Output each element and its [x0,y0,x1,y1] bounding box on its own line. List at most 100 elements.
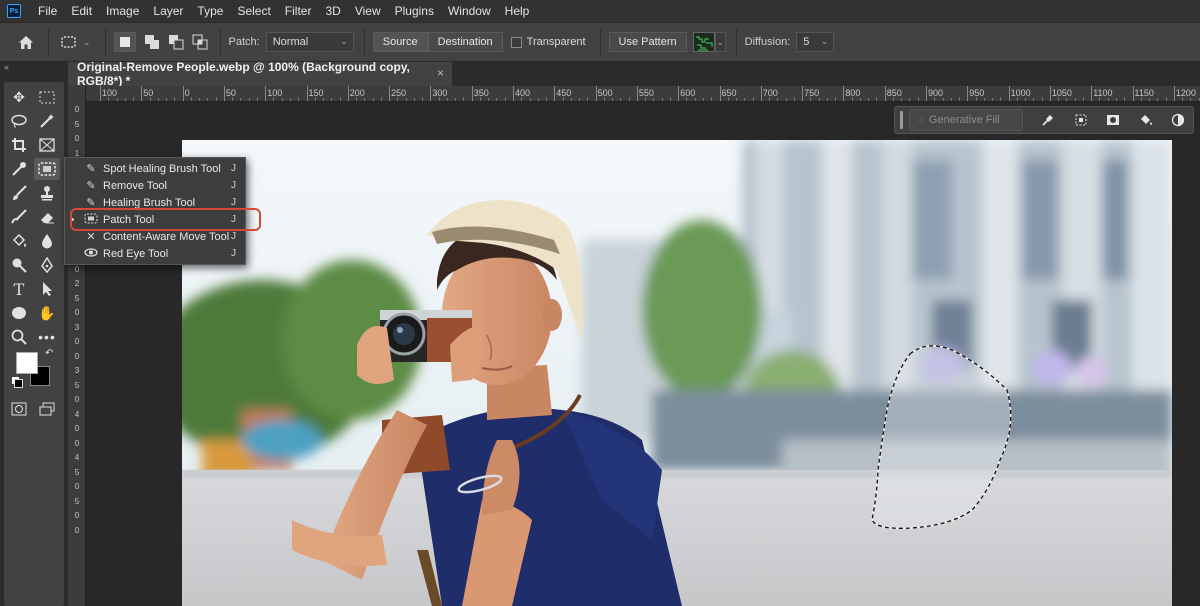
ruler-minor-tick [281,98,283,101]
ruler-label: 800 [845,88,861,98]
transparent-checkbox[interactable] [510,36,522,48]
ruler-minor-tick [331,98,333,101]
document-image[interactable] [182,140,1172,606]
ruler-minor-tick [826,98,828,101]
default-colors-icon[interactable] [14,379,23,388]
move-tool-icon[interactable]: ✥ [6,86,32,108]
ruler-minor-tick [851,97,853,101]
ruler-minor-tick [273,97,275,101]
generative-fill-button[interactable]: ◌ Generative Fill [908,109,1024,131]
ruler-minor-tick [157,98,159,101]
menu-layer[interactable]: Layer [146,0,190,22]
ruler-tick [554,86,556,101]
close-icon[interactable]: × [437,66,444,80]
menu-view[interactable]: View [348,0,388,22]
menu-window[interactable]: Window [441,0,498,22]
hand-icon[interactable]: ✋ [34,302,60,324]
ruler-tick [389,86,391,101]
adjustment-layer-icon[interactable] [1163,109,1193,131]
ruler-label: 0 [74,134,80,143]
ruler-minor-tick [645,97,647,101]
ruler-label: 900 [928,88,944,98]
type-icon[interactable]: T [6,278,32,300]
path-selection-icon[interactable] [34,278,60,300]
fill-selection-icon[interactable] [1131,109,1161,131]
dodge-icon[interactable] [6,254,32,276]
eraser-icon[interactable] [34,206,60,228]
ruler-label: 850 [886,88,902,98]
frame-icon[interactable] [34,134,60,156]
ellipse-shape-icon[interactable] [6,302,32,324]
quick-mask-icon[interactable] [6,398,32,420]
ruler-minor-tick [504,97,506,101]
swap-colors-icon[interactable]: ↶ [45,348,53,359]
add-to-selection-icon[interactable] [140,30,164,54]
use-pattern-button[interactable]: Use Pattern [608,32,687,52]
screen-mode-icon[interactable] [34,398,60,420]
menu-plugins[interactable]: Plugins [388,0,441,22]
lasso-icon[interactable] [6,110,32,132]
ruler-minor-tick [669,97,671,101]
rectangular-marquee-icon[interactable] [34,86,60,108]
document-tab[interactable]: Original-Remove People.webp @ 100% (Back… [68,60,452,88]
tool-preset-chevron-icon[interactable]: ⌄ [83,37,91,48]
intersect-selection-icon[interactable] [188,30,212,54]
crop-icon[interactable] [6,134,32,156]
zoom-icon[interactable] [6,326,32,348]
history-brush-icon[interactable] [6,206,32,228]
tool-preset-patch-icon[interactable] [57,30,81,54]
menu-select[interactable]: Select [230,0,277,22]
paint-bucket-icon[interactable] [6,230,32,252]
ruler-minor-tick [149,97,151,101]
menu-type[interactable]: Type [190,0,230,22]
brush-icon[interactable] [6,182,32,204]
clone-stamp-icon[interactable] [34,182,60,204]
modify-selection-icon[interactable] [1033,109,1063,131]
transform-selection-icon[interactable] [1066,109,1096,131]
ruler-minor-tick [1016,97,1018,101]
flyout-item-label: Content-Aware Move Tool [103,230,230,243]
foreground-color-swatch[interactable] [16,352,38,374]
ruler-label: 0 [74,482,80,491]
patch-tool-icon[interactable] [34,158,60,180]
destination-button[interactable]: Destination [427,32,503,52]
eyedropper-icon[interactable] [6,158,32,180]
pen-icon[interactable] [34,254,60,276]
flyout-item-remove-tool[interactable]: ✎ Remove Tool J [65,177,245,194]
subtract-from-selection-icon[interactable] [164,30,188,54]
ruler-label: 5 [74,380,80,390]
pattern-swatch[interactable] [692,32,715,52]
blur-drop-icon[interactable] [34,230,60,252]
flyout-item-spot-healing-brush[interactable]: ✎ Spot Healing Brush Tool J [65,160,245,177]
ruler-tick [926,86,927,101]
ruler-minor-tick [752,97,754,101]
drag-handle[interactable] [900,111,903,129]
menu-3d[interactable]: 3D [318,0,347,22]
pattern-dropdown[interactable]: ⌄ [714,32,726,52]
horizontal-ruler[interactable]: 100 50 0 50 100 150 200 250 300 350 400 450 500 550 60… [86,86,1200,102]
diffusion-select[interactable]: 5 ⌄ [796,32,835,52]
ruler-minor-tick [240,98,242,101]
menu-edit[interactable]: Edit [64,0,99,22]
ruler-tick [306,86,308,101]
menu-file[interactable]: File [31,0,64,22]
remove-tool-icon: ✎ [86,180,96,192]
collapse-toolbar-icon[interactable]: « [4,62,9,72]
ruler-minor-tick [413,98,415,101]
create-mask-icon[interactable] [1098,109,1128,131]
options-bar: ⌄ Patch: Normal ⌄ Source Destination Tra… [0,22,1200,62]
patch-mode-select[interactable]: Normal ⌄ [265,32,354,52]
menu-image[interactable]: Image [99,0,146,22]
transparent-option[interactable]: Transparent [510,36,586,48]
menu-help[interactable]: Help [498,0,537,22]
more-tools-icon[interactable]: ••• [34,326,60,348]
ruler-minor-tick [793,97,795,101]
flyout-item-red-eye[interactable]: Red Eye Tool J [65,245,245,262]
new-selection-icon[interactable] [113,32,136,52]
ruler-minor-tick [1099,97,1101,101]
magic-wand-icon[interactable] [34,110,60,132]
menu-filter[interactable]: Filter [278,0,319,22]
home-icon[interactable] [14,30,38,54]
source-button[interactable]: Source [372,32,428,52]
contextual-task-bar: ◌ Generative Fill [894,106,1194,134]
